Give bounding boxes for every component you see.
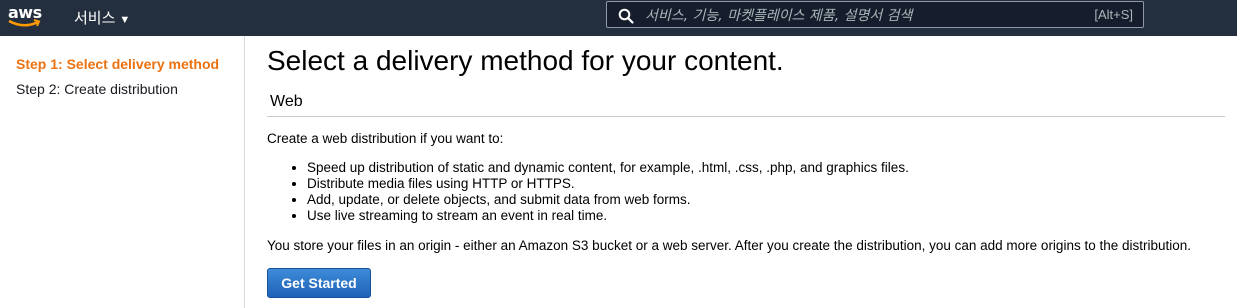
get-started-button[interactable]: Get Started xyxy=(267,268,371,298)
web-section-header: Web xyxy=(267,92,1225,117)
sidebar-step-select-delivery-method[interactable]: Step 1: Select delivery method xyxy=(16,56,219,72)
search-shortcut-hint: [Alt+S] xyxy=(1094,7,1133,22)
page-title: Select a delivery method for your conten… xyxy=(267,45,784,76)
list-item: Distribute media files using HTTP or HTT… xyxy=(307,176,909,192)
sidebar-step-create-distribution[interactable]: Step 2: Create distribution xyxy=(16,81,178,97)
list-item: Use live streaming to stream an event in… xyxy=(307,208,909,224)
services-label: 서비스 xyxy=(74,10,116,27)
search-box[interactable]: [Alt+S] xyxy=(606,1,1144,28)
intro-text: Create a web distribution if you want to… xyxy=(267,131,504,146)
list-item: Add, update, or delete objects, and subm… xyxy=(307,192,909,208)
section-title: Web xyxy=(270,93,303,110)
list-item: Speed up distribution of static and dyna… xyxy=(307,160,909,176)
sidebar: Step 1: Select delivery method Step 2: C… xyxy=(0,36,245,308)
search-input[interactable] xyxy=(643,5,1077,27)
origin-text: You store your files in an origin - eith… xyxy=(267,238,1192,253)
top-navigation-bar: aws 서비스▼ [Alt+S] xyxy=(0,0,1237,36)
feature-list: Speed up distribution of static and dyna… xyxy=(267,160,909,224)
search-icon xyxy=(618,8,634,24)
caret-down-icon: ▼ xyxy=(119,14,131,26)
aws-logo[interactable]: aws xyxy=(8,3,42,31)
aws-smile-icon xyxy=(8,19,41,27)
services-menu-button[interactable]: 서비스 ▼ xyxy=(74,7,130,28)
